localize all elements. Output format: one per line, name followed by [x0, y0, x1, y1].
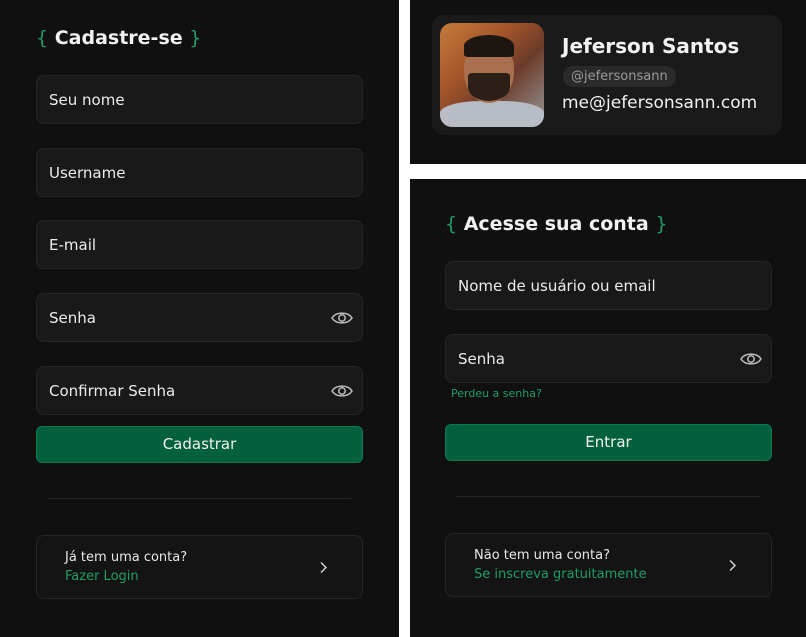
forgot-password-link[interactable]: Perdeu a senha? [451, 387, 542, 400]
signup-link[interactable]: Se inscreva gratuitamente [474, 567, 647, 582]
profile-card: Jeferson Santos @jefersonsann me@jeferso… [432, 15, 782, 135]
signup-link-card[interactable]: Não tem uma conta? Se inscreva gratuitam… [445, 533, 772, 597]
name-input[interactable] [37, 76, 362, 123]
name-field[interactable] [36, 75, 363, 124]
username-input[interactable] [37, 149, 362, 196]
signup-button[interactable]: Cadastrar [36, 426, 363, 463]
confirm-password-input[interactable] [37, 367, 362, 414]
login-user-input[interactable] [446, 262, 771, 309]
login-password-input[interactable] [446, 335, 771, 382]
signup-question: Não tem uma conta? [474, 548, 610, 563]
login-link[interactable]: Fazer Login [65, 569, 139, 584]
signup-title-text: Cadastre-se [54, 27, 183, 49]
profile-name: Jeferson Santos [562, 34, 740, 58]
password-field[interactable] [36, 293, 363, 342]
profile-panel: Jeferson Santos @jefersonsann me@jeferso… [410, 0, 806, 164]
confirm-password-field[interactable] [36, 366, 363, 415]
login-password-field[interactable] [445, 334, 772, 383]
chevron-right-icon [729, 559, 737, 572]
login-panel: { Acesse sua conta } Perdeu a senha? Ent… [410, 179, 806, 637]
profile-email: me@jefersonsann.com [562, 93, 758, 113]
email-field[interactable] [36, 220, 363, 269]
email-input[interactable] [37, 221, 362, 268]
login-title-text: Acesse sua conta [463, 213, 649, 235]
login-button[interactable]: Entrar [445, 424, 772, 461]
username-field[interactable] [36, 148, 363, 197]
login-title: { Acesse sua conta } [445, 213, 668, 235]
signup-title: { Cadastre-se } [36, 27, 202, 49]
chevron-right-icon [320, 561, 328, 574]
eye-icon[interactable] [331, 310, 353, 326]
password-input[interactable] [37, 294, 362, 341]
divider [456, 496, 760, 497]
eye-icon[interactable] [740, 351, 762, 367]
login-question: Já tem uma conta? [65, 550, 188, 565]
profile-handle: @jefersonsann [563, 66, 676, 87]
avatar [440, 23, 544, 127]
login-link-card[interactable]: Já tem uma conta? Fazer Login [36, 535, 363, 599]
divider [48, 498, 351, 499]
login-user-field[interactable] [445, 261, 772, 310]
eye-icon[interactable] [331, 383, 353, 399]
signup-panel: { Cadastre-se } Cadastrar Já tem uma con… [0, 0, 399, 637]
